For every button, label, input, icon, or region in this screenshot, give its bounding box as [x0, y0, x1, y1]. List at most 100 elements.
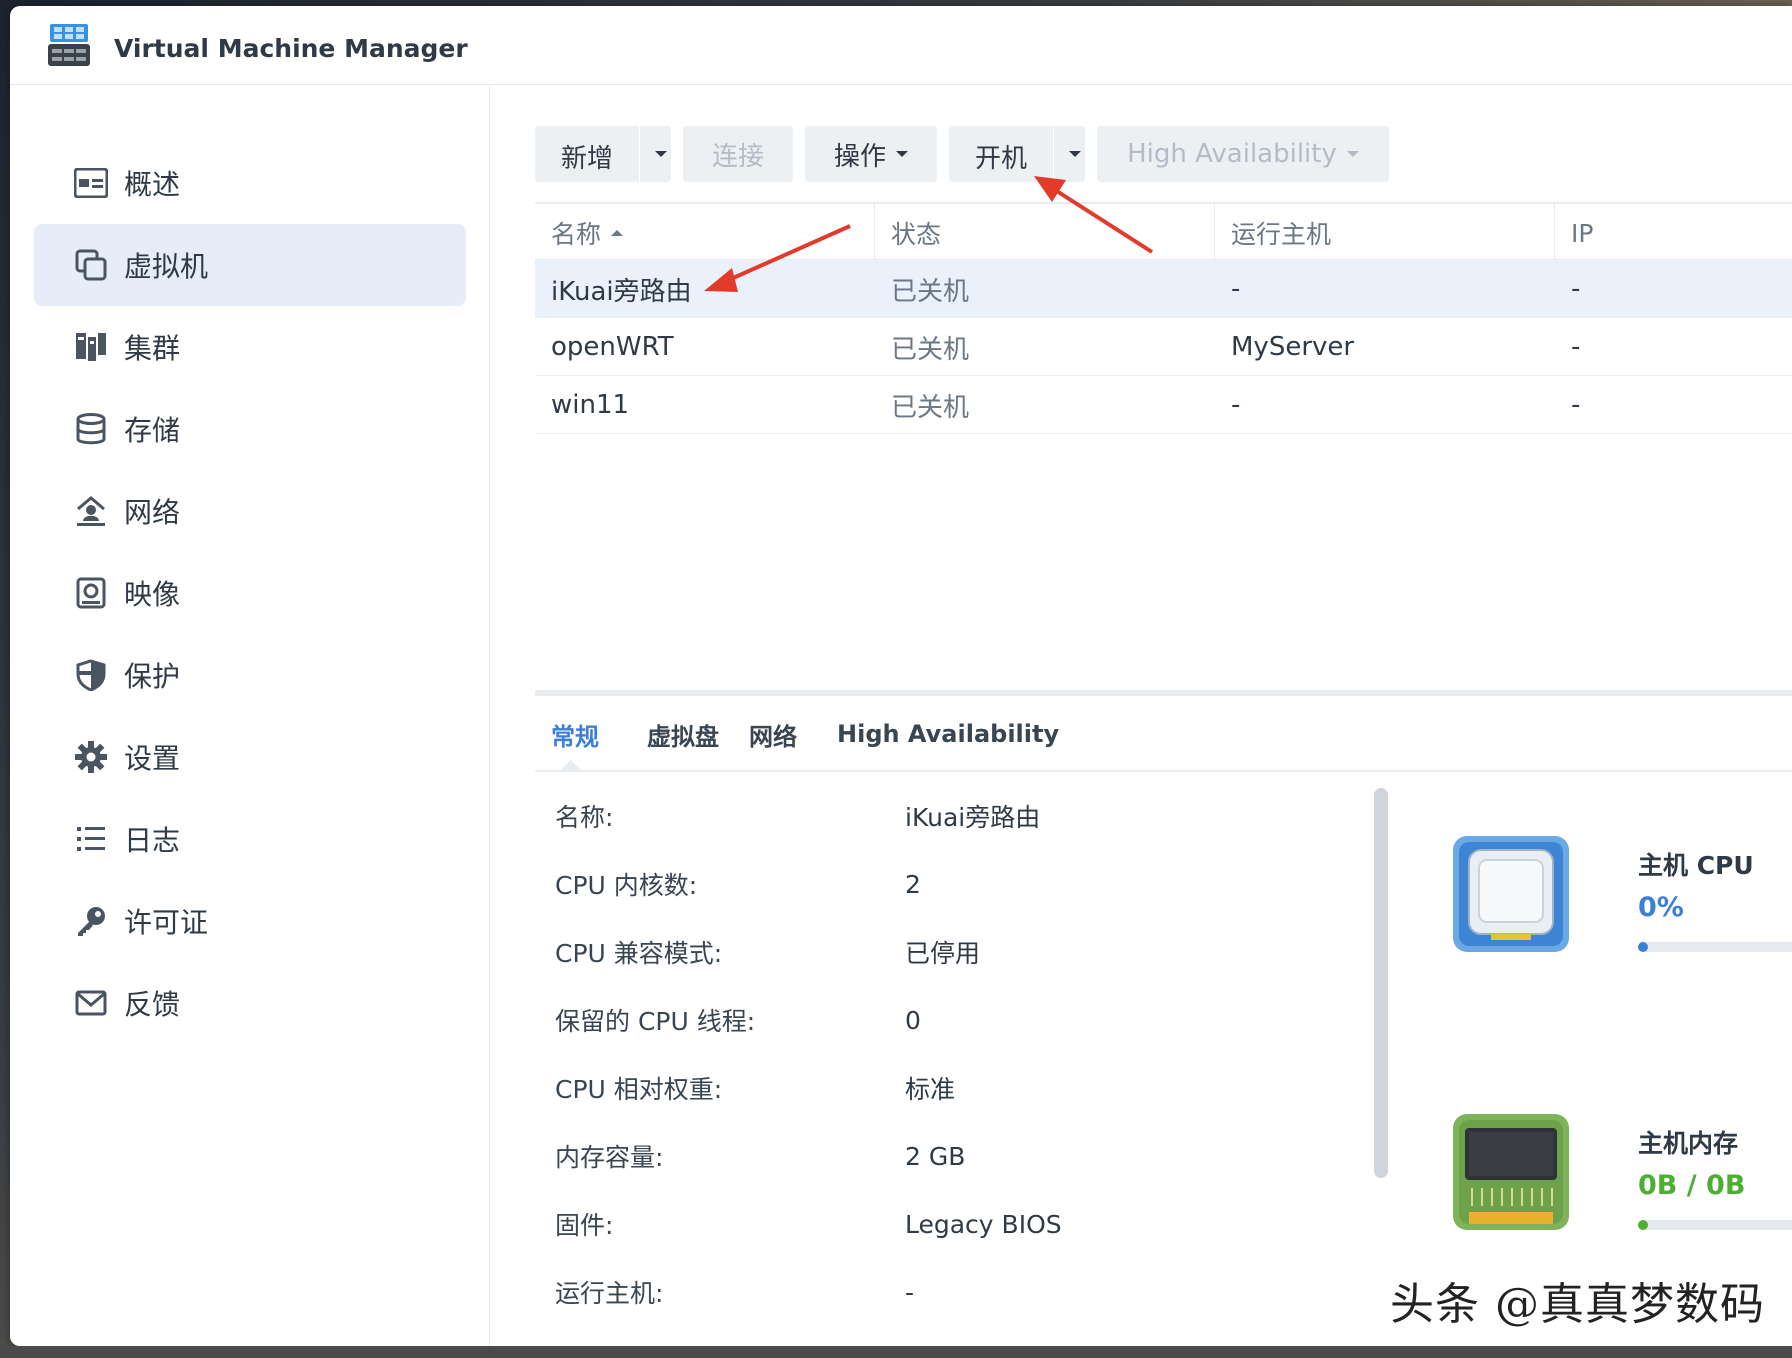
- sidebar-item-settings[interactable]: 设置: [34, 716, 466, 798]
- sidebar-item-label: 存储: [124, 414, 181, 447]
- table-row[interactable]: win11 已关机 - -: [535, 376, 1792, 434]
- power-on-button[interactable]: 开机: [949, 126, 1085, 182]
- sidebar-item-label: 反馈: [124, 988, 181, 1021]
- column-header-status[interactable]: 状态: [875, 204, 1215, 262]
- detail-row: 固件: Legacy BIOS: [555, 1194, 1255, 1254]
- tab-high-availability[interactable]: High Availability: [837, 696, 1059, 772]
- sidebar-item-label: 概述: [124, 168, 181, 201]
- detail-value: 2: [905, 869, 921, 899]
- detail-key: 保留的 CPU 线程:: [555, 1007, 756, 1036]
- detail-value: 0: [905, 1005, 921, 1035]
- cpu-usage-bar: [1638, 942, 1792, 952]
- power-on-dropdown-caret-icon[interactable]: [1059, 138, 1081, 168]
- shield-icon: [72, 656, 110, 694]
- column-header-ip[interactable]: IP: [1555, 204, 1792, 262]
- detail-key: CPU 兼容模式:: [555, 939, 723, 968]
- sidebar-item-image[interactable]: 映像: [34, 552, 466, 634]
- image-icon: [72, 574, 110, 612]
- key-icon: [72, 902, 110, 940]
- sidebar-item-label: 集群: [124, 332, 181, 365]
- vm-status: 已关机: [891, 276, 970, 307]
- vm-ip: -: [1571, 274, 1581, 304]
- detail-value: iKuai旁路由: [905, 803, 1041, 832]
- log-icon: [72, 820, 110, 858]
- cpu-chip-icon: [1451, 834, 1571, 954]
- detail-key: 固件:: [555, 1211, 614, 1240]
- main-panel: 新增 连接 操作 开机 High Availability 名称 状态 运行主机…: [491, 86, 1792, 1346]
- sidebar-item-label: 日志: [124, 824, 181, 857]
- vm-manager-logo-icon: [46, 22, 92, 68]
- detail-row: CPU 内核数: 2: [555, 854, 1255, 914]
- add-button-label: 新增: [561, 144, 614, 174]
- chevron-down-icon: [896, 151, 908, 157]
- sidebar-item-log[interactable]: 日志: [34, 798, 466, 880]
- detail-row: 内存容量: 2 GB: [555, 1126, 1255, 1186]
- detail-row: 运行主机: -: [555, 1262, 1255, 1322]
- sidebar-item-label: 映像: [124, 578, 181, 611]
- detail-tabs: 常规 虚拟盘 网络 High Availability: [535, 696, 1792, 772]
- vm-host: -: [1231, 274, 1241, 304]
- vm-name: win11: [551, 390, 630, 420]
- detail-value: 2 GB: [905, 1141, 966, 1171]
- memory-metric-value: 0B / 0B: [1638, 1170, 1746, 1201]
- memory-chip-icon: [1451, 1112, 1571, 1232]
- sidebar-item-storage[interactable]: 存储: [34, 388, 466, 470]
- vm-ip: -: [1571, 332, 1581, 362]
- tab-network[interactable]: 网络: [749, 696, 797, 772]
- column-header-host[interactable]: 运行主机: [1215, 204, 1555, 262]
- detail-row: CPU 相对权重: 标准: [555, 1058, 1255, 1118]
- sidebar-item-label: 虚拟机: [124, 250, 209, 283]
- sidebar-item-label: 网络: [124, 496, 181, 529]
- chevron-down-icon: [1346, 151, 1359, 157]
- gear-icon: [72, 738, 110, 776]
- sidebar: 概述 虚拟机 集群 存储 网络 映像 保护 设置 日志 许可证 反馈: [10, 86, 490, 1346]
- detail-value: 已停用: [905, 939, 981, 968]
- ha-dropdown-button[interactable]: High Availability: [1097, 126, 1389, 182]
- detail-row: CPU 兼容模式: 已停用: [555, 922, 1255, 982]
- vm-icon: [72, 246, 110, 284]
- detail-row: 名称: iKuai旁路由: [555, 786, 1255, 846]
- sidebar-item-license[interactable]: 许可证: [34, 880, 466, 962]
- connect-button[interactable]: 连接: [683, 126, 793, 182]
- sidebar-item-feedback[interactable]: 反馈: [34, 962, 466, 1044]
- network-icon: [72, 492, 110, 530]
- sidebar-item-network[interactable]: 网络: [34, 470, 466, 552]
- add-dropdown-caret-icon[interactable]: [645, 138, 667, 168]
- detail-value: Legacy BIOS: [905, 1209, 1062, 1239]
- sidebar-item-label: 许可证: [124, 906, 209, 939]
- column-header-name[interactable]: 名称: [535, 204, 875, 262]
- cpu-usage-fill: [1638, 942, 1648, 952]
- action-dropdown-button[interactable]: 操作: [805, 126, 937, 182]
- vm-name: iKuai旁路由: [551, 276, 692, 307]
- sidebar-item-overview[interactable]: 概述: [34, 142, 466, 224]
- memory-metric-label: 主机内存: [1638, 1129, 1739, 1158]
- detail-key: 名称:: [555, 803, 614, 832]
- vm-status: 已关机: [891, 392, 970, 423]
- detail-key: CPU 相对权重:: [555, 1075, 723, 1104]
- action-button-label: 操作: [833, 141, 886, 172]
- vm-name: openWRT: [551, 332, 674, 362]
- sidebar-item-cluster[interactable]: 集群: [34, 306, 466, 388]
- table-row[interactable]: openWRT 已关机 MyServer -: [535, 318, 1792, 376]
- cpu-metric-label: 主机 CPU: [1638, 851, 1754, 880]
- sidebar-item-protection[interactable]: 保护: [34, 634, 466, 716]
- memory-usage-bar: [1638, 1220, 1792, 1230]
- details-scrollbar[interactable]: [1374, 788, 1388, 1178]
- tab-virtual-disk[interactable]: 虚拟盘: [647, 696, 719, 772]
- app-window: Virtual Machine Manager 概述 虚拟机 集群 存储 网络 …: [10, 6, 1792, 1346]
- vm-ip: -: [1571, 390, 1581, 420]
- detail-row: 保留的 CPU 线程: 0: [555, 990, 1255, 1050]
- add-button[interactable]: 新增: [535, 126, 671, 182]
- sidebar-item-vm[interactable]: 虚拟机: [34, 224, 466, 306]
- vm-host: -: [1231, 390, 1241, 420]
- detail-key: CPU 内核数:: [555, 871, 698, 900]
- sidebar-item-label: 设置: [124, 742, 181, 775]
- storage-icon: [72, 410, 110, 448]
- table-row[interactable]: iKuai旁路由 已关机 - -: [535, 260, 1792, 318]
- power-on-label: 开机: [975, 144, 1028, 174]
- vm-host: MyServer: [1231, 332, 1355, 362]
- app-title: Virtual Machine Manager: [114, 34, 468, 63]
- detail-value: -: [905, 1277, 915, 1307]
- title-bar: Virtual Machine Manager: [10, 6, 1792, 85]
- memory-usage-fill: [1638, 1220, 1648, 1230]
